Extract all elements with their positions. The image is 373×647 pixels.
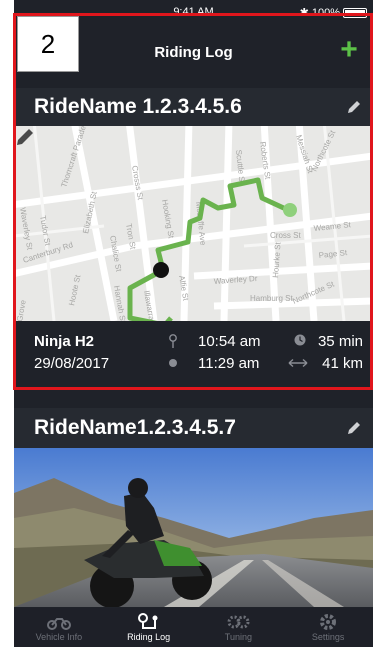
- battery-percent: 100%: [311, 6, 340, 19]
- distance-arrows-icon: [288, 358, 308, 368]
- ride-photo[interactable]: [14, 448, 373, 607]
- ride-duration: 35 min: [317, 333, 363, 350]
- pencil-icon[interactable]: [14, 126, 36, 148]
- ride-name: RideName 1.2.3.4.5.6: [34, 95, 242, 118]
- pencil-icon[interactable]: [345, 98, 363, 116]
- tab-vehicle-info[interactable]: Vehicle Info: [14, 608, 104, 647]
- ride-name: RideName1.2.3.4.5.7: [34, 416, 236, 439]
- ride-summary: Ninja H2 29/08/2017 10:54 am 11:29 am 35…: [14, 321, 373, 379]
- tab-tuning[interactable]: Tuning: [194, 608, 284, 647]
- map-street-label: Hamburg St: [250, 294, 293, 303]
- settings-icon: [320, 614, 337, 630]
- tab-riding-log[interactable]: Riding Log: [104, 608, 194, 647]
- clock-icon: [294, 334, 306, 346]
- tab-label: Settings: [311, 632, 345, 642]
- motorcycle-icon: [46, 618, 71, 630]
- tab-label: Tuning: [224, 632, 252, 642]
- ride-distance: 41 km: [322, 355, 363, 372]
- end-dot-icon: [169, 359, 177, 367]
- current-position-marker: [153, 262, 169, 278]
- map-street-label: Cross St: [270, 231, 301, 240]
- start-pin-icon: [169, 334, 177, 348]
- battery-icon: [343, 7, 367, 18]
- tab-label: Vehicle Info: [35, 632, 83, 642]
- tab-settings[interactable]: Settings: [283, 608, 373, 647]
- end-time: 11:29 am: [198, 355, 260, 372]
- status-right: ✱ 100%: [300, 6, 367, 19]
- tab-label: Riding Log: [127, 632, 171, 642]
- ride-card-header: RideName1.2.3.4.5.7: [14, 408, 373, 448]
- bluetooth-icon: ✱: [299, 7, 309, 19]
- ride-card[interactable]: RideName1.2.3.4.5.7: [14, 408, 373, 607]
- route-map[interactable]: Thorncraft Parade Crosss St Canterbury R…: [14, 126, 373, 321]
- start-time: 10:54 am: [198, 333, 261, 350]
- add-ride-button[interactable]: +: [335, 35, 363, 65]
- route-end-marker: [283, 203, 297, 217]
- pencil-icon[interactable]: [345, 419, 363, 437]
- bike-model: Ninja H2: [34, 333, 95, 350]
- ride-date: 29/08/2017: [34, 355, 110, 372]
- route-icon: [137, 613, 158, 629]
- gears-icon: [227, 615, 250, 629]
- tab-bar: Vehicle Info Riding Log Tuning Settings: [14, 608, 373, 647]
- ride-card-header: RideName 1.2.3.4.5.6: [14, 88, 373, 126]
- map-canvas: Thorncraft Parade Crosss St Canterbury R…: [14, 126, 373, 321]
- ride-card[interactable]: RideName 1.2.3.4.5.6 Thorncraft Parade C…: [14, 88, 373, 379]
- step-badge: 2: [17, 16, 79, 72]
- motorcycle-photo: [14, 448, 373, 607]
